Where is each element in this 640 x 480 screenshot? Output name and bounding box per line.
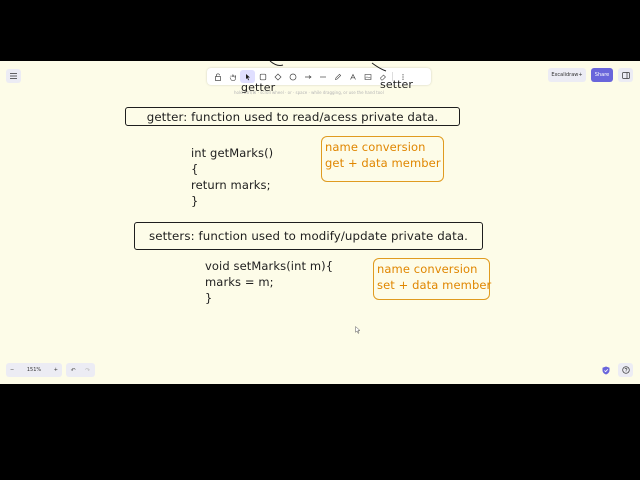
note-line: set + data member xyxy=(377,278,492,292)
diamond-icon xyxy=(274,73,281,80)
cursor-icon xyxy=(245,73,250,80)
setter-definition-text: setters: function used to modify/update … xyxy=(148,229,469,243)
mouse-pointer-icon xyxy=(355,326,361,334)
zoom-controls: − 151% + xyxy=(6,363,62,377)
excalidraw-plus-button[interactable]: Excalidraw+ xyxy=(548,68,586,82)
zoom-out-button[interactable]: − xyxy=(10,367,14,373)
zoom-in-button[interactable]: + xyxy=(54,367,58,373)
setter-definition-box[interactable]: setters: function used to modify/update … xyxy=(134,222,483,250)
undo-button[interactable]: ↶ xyxy=(71,367,76,374)
getter-definition-text: getter: function used to read/acess priv… xyxy=(146,109,439,124)
note-line: name conversion xyxy=(377,262,478,276)
getter-code-block[interactable]: int getMarks() { return marks; } xyxy=(191,145,273,209)
library-icon xyxy=(621,71,630,79)
main-menu-button[interactable] xyxy=(6,69,21,83)
draw-tool[interactable] xyxy=(330,70,345,83)
hamburger-icon xyxy=(10,73,17,79)
undo-redo-controls: ↶ ↷ xyxy=(66,363,95,377)
share-button[interactable]: Share xyxy=(591,68,613,82)
pencil-icon xyxy=(334,73,341,80)
text-icon xyxy=(349,73,356,80)
circle-icon xyxy=(289,73,296,80)
note-line: name conversion xyxy=(325,140,426,154)
help-icon xyxy=(621,366,630,374)
getter-arrow-stroke xyxy=(269,61,284,66)
line-tool[interactable] xyxy=(315,70,330,83)
code-line: marks = m; xyxy=(205,275,274,289)
text-tool[interactable] xyxy=(345,70,360,83)
square-icon xyxy=(259,73,266,80)
lock-tool[interactable] xyxy=(210,70,225,83)
help-button[interactable] xyxy=(618,363,633,377)
getter-naming-note[interactable]: name conversion get + data member xyxy=(321,136,444,182)
note-line: get + data member xyxy=(325,156,441,170)
line-icon xyxy=(319,76,326,77)
hand-tool[interactable] xyxy=(225,70,240,83)
code-line: void setMarks(int m){ xyxy=(205,259,334,273)
code-line: } xyxy=(191,194,199,208)
getter-definition-box[interactable]: getter: function used to read/acess priv… xyxy=(125,107,460,126)
setter-naming-note[interactable]: name conversion set + data member xyxy=(373,258,492,300)
arrow-icon xyxy=(304,74,312,79)
setter-partial-label[interactable]: setter xyxy=(380,78,413,91)
getter-partial-label[interactable]: getter xyxy=(241,81,275,94)
code-line: int getMarks() xyxy=(191,146,274,160)
zoom-reset-button[interactable]: 151% xyxy=(27,367,41,373)
excalidraw-app[interactable]: hold Ctrl/⌘ · scroll wheel · or · space … xyxy=(0,61,640,384)
code-line: } xyxy=(205,291,213,305)
encryption-badge[interactable] xyxy=(600,363,612,377)
hand-icon xyxy=(229,74,236,81)
lock-icon xyxy=(214,73,221,81)
code-line: { xyxy=(191,162,199,176)
redo-button[interactable]: ↷ xyxy=(85,367,90,374)
setter-code-block[interactable]: void setMarks(int m){ marks = m; } xyxy=(205,258,333,306)
library-button[interactable] xyxy=(618,68,633,82)
setter-arrow-stroke xyxy=(371,62,387,72)
code-line: return marks; xyxy=(191,178,271,192)
shield-check-icon xyxy=(602,366,610,374)
